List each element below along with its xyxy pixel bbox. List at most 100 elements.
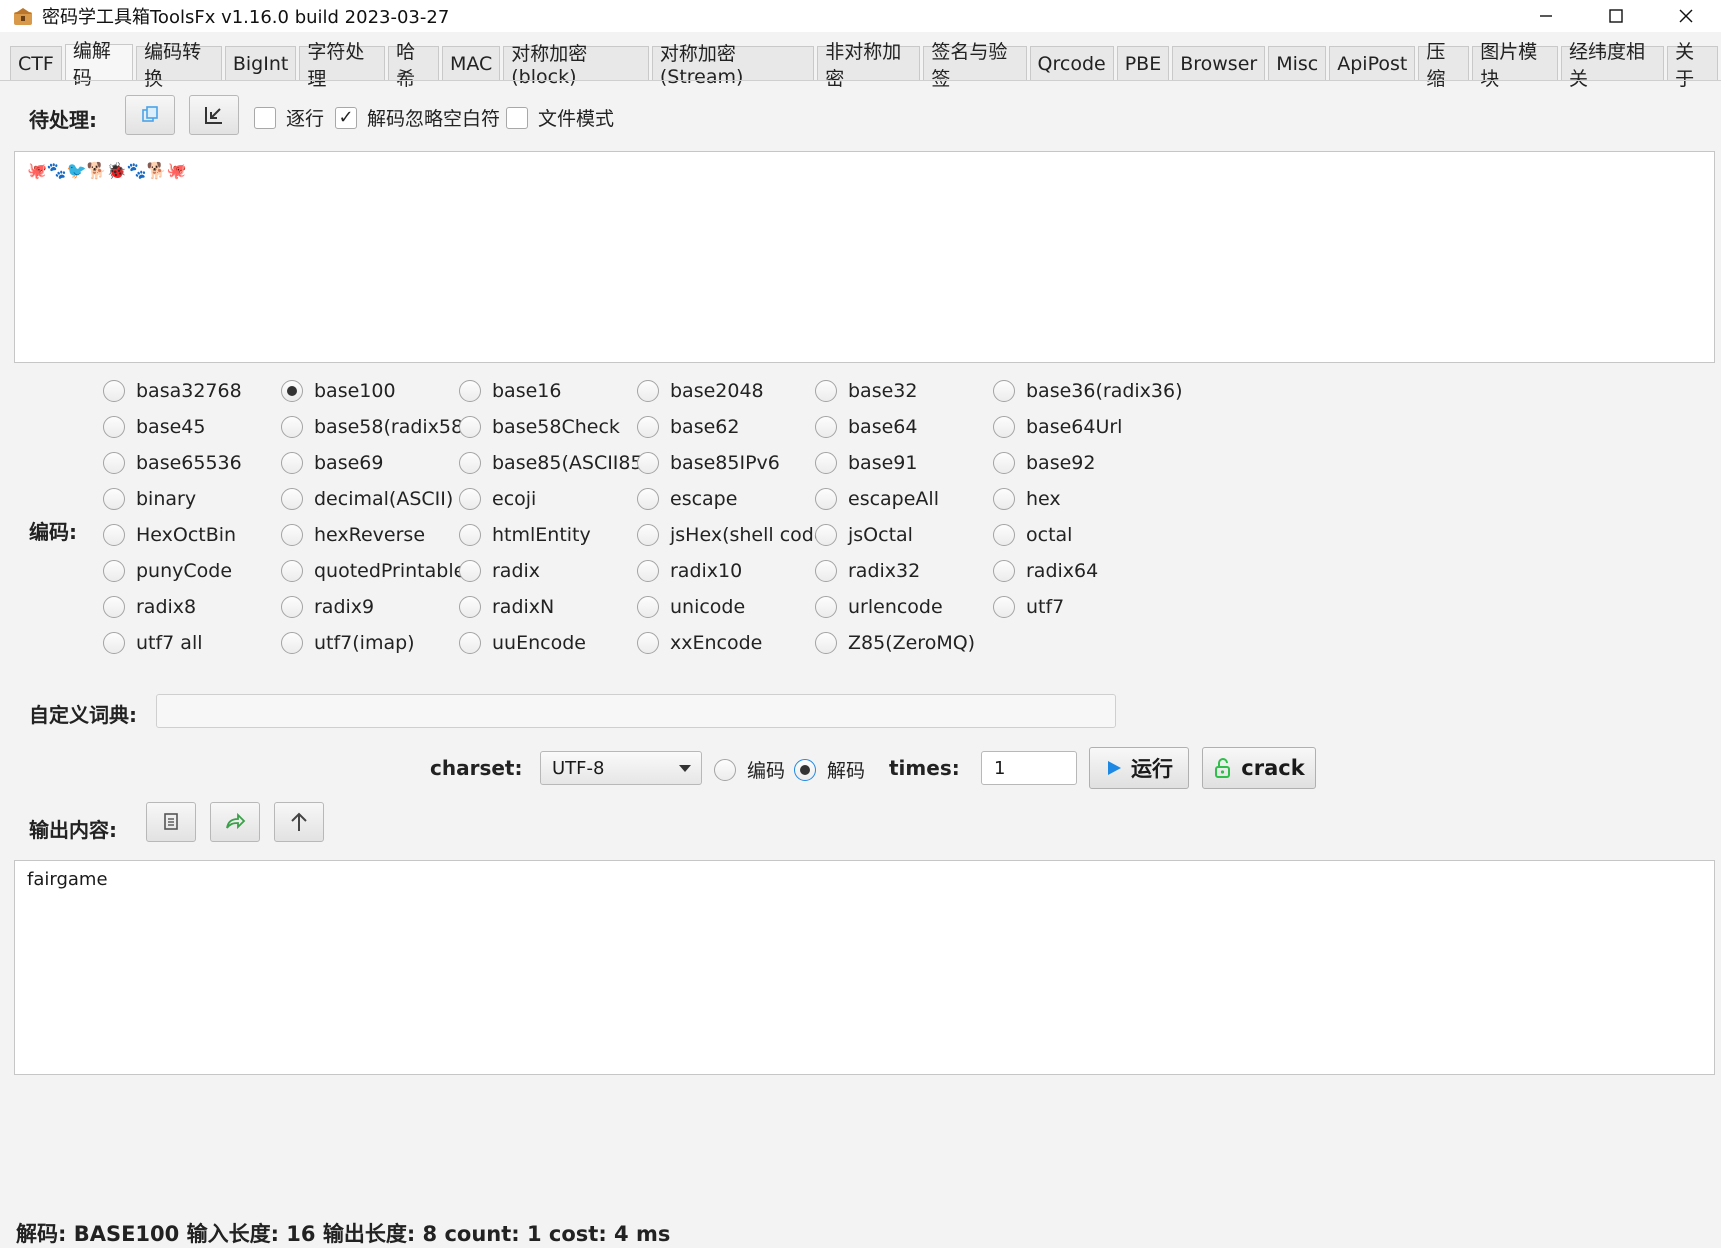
tab-item[interactable]: 对称加密(Stream) — [651, 43, 815, 88]
encoding-radio[interactable]: base85(ASCII85) — [459, 452, 650, 474]
encoding-radio[interactable]: jsOctal — [815, 524, 913, 546]
times-value: 1 — [994, 757, 1006, 779]
radio-circle — [815, 560, 837, 582]
encoding-radio[interactable]: binary — [103, 488, 196, 510]
encoding-radio[interactable]: utf7 all — [103, 632, 203, 654]
encoding-radio[interactable]: base85IPv6 — [637, 452, 780, 474]
input-textarea[interactable]: 🐙🐾🐦🐕🐞🐾🐕🐙 — [14, 151, 1715, 363]
ignore-whitespace-checkbox[interactable]: ✓ 解码忽略空白符 — [335, 104, 500, 131]
crack-button[interactable]: crack — [1202, 747, 1316, 789]
encoding-radio[interactable]: htmlEntity — [459, 524, 591, 546]
encoding-radio[interactable]: base45 — [103, 416, 205, 438]
encoding-radio[interactable]: base100 — [281, 380, 396, 402]
tab-item[interactable]: BigInt — [224, 46, 297, 80]
encoding-radio[interactable]: escapeAll — [815, 488, 939, 510]
encoding-radio[interactable]: basa32768 — [103, 380, 242, 402]
tab-item[interactable]: Qrcode — [1029, 46, 1114, 80]
encoding-radio[interactable]: utf7(imap) — [281, 632, 415, 654]
encoding-radio-label: basa32768 — [136, 380, 242, 402]
encoding-radio[interactable]: utf7 — [993, 596, 1064, 618]
encoding-radio[interactable]: base64Url — [993, 416, 1122, 438]
line-by-line-checkbox[interactable]: 逐行 — [254, 104, 324, 131]
encoding-radio[interactable]: base64 — [815, 416, 917, 438]
dictionary-input[interactable] — [156, 694, 1116, 728]
tab-item[interactable]: CTF — [10, 46, 62, 80]
encoding-radio[interactable]: radix64 — [993, 560, 1098, 582]
encoding-radio[interactable]: escape — [637, 488, 737, 510]
move-up-button[interactable] — [274, 802, 324, 842]
encoding-radio[interactable]: unicode — [637, 596, 745, 618]
encoding-radio[interactable]: base58(radix58) — [281, 416, 471, 438]
encoding-radio[interactable]: base91 — [815, 452, 917, 474]
encoding-radio[interactable]: hex — [993, 488, 1061, 510]
encoding-radio[interactable]: base69 — [281, 452, 383, 474]
tab-item[interactable]: 编码转换 — [136, 41, 222, 90]
import-button[interactable] — [189, 95, 239, 135]
times-input[interactable]: 1 — [981, 751, 1077, 785]
tab-item[interactable]: 编解码 — [64, 40, 134, 89]
encoding-radio[interactable]: base65536 — [103, 452, 242, 474]
tab-item[interactable]: 关于 — [1667, 41, 1718, 90]
encoding-radio[interactable]: base16 — [459, 380, 561, 402]
encoding-radio[interactable]: radixN — [459, 596, 554, 618]
tab-item[interactable]: Misc — [1268, 46, 1327, 80]
copy-input-button[interactable] — [125, 95, 175, 135]
encoding-radio[interactable]: base2048 — [637, 380, 764, 402]
encoding-radio-label: base58(radix58) — [314, 416, 471, 438]
tab-item[interactable]: ApiPost — [1329, 46, 1416, 80]
tab-item[interactable]: 图片模块 — [1472, 41, 1558, 90]
tab-item[interactable]: PBE — [1116, 46, 1170, 80]
radio-circle — [281, 416, 303, 438]
tab-item[interactable]: Browser — [1172, 46, 1266, 80]
encoding-radio[interactable]: octal — [993, 524, 1072, 546]
tab-item[interactable]: 对称加密(block) — [503, 43, 649, 88]
import-icon — [205, 107, 222, 124]
close-button[interactable] — [1651, 0, 1721, 32]
encoding-radio[interactable]: base36(radix36) — [993, 380, 1183, 402]
encoding-radio[interactable]: decimal(ASCII) — [281, 488, 453, 510]
encoding-radio[interactable]: xxEncode — [637, 632, 762, 654]
output-textarea[interactable]: fairgame — [14, 860, 1715, 1075]
tab-item[interactable]: 字符处理 — [299, 41, 386, 90]
encoding-radio[interactable]: urlencode — [815, 596, 943, 618]
file-mode-checkbox[interactable]: 文件模式 — [506, 104, 614, 131]
encoding-radio[interactable]: ecoji — [459, 488, 536, 510]
radio-circle — [459, 452, 481, 474]
tab-item[interactable]: MAC — [441, 46, 501, 80]
encoding-radio-label: radix8 — [136, 596, 197, 618]
minimize-button[interactable] — [1511, 0, 1581, 32]
encoding-radio[interactable]: base58Check — [459, 416, 620, 438]
maximize-button[interactable] — [1581, 0, 1651, 32]
encoding-radio[interactable]: base32 — [815, 380, 917, 402]
encoding-radio-label: base100 — [314, 380, 396, 402]
tab-item[interactable]: 签名与验签 — [923, 41, 1027, 90]
encoding-radio[interactable]: radix8 — [103, 596, 196, 618]
encoding-radio[interactable]: base62 — [637, 416, 739, 438]
mode-decode-radio[interactable]: 解码 — [794, 756, 865, 783]
encoding-radio[interactable]: quotedPrintable — [281, 560, 465, 582]
tab-item[interactable]: 经纬度相关 — [1560, 41, 1665, 90]
encoding-radio-label: urlencode — [848, 596, 943, 618]
tab-item[interactable]: 非对称加密 — [817, 41, 921, 90]
radio-circle — [815, 380, 837, 402]
encoding-radio[interactable]: Z85(ZeroMQ) — [815, 632, 975, 654]
run-button[interactable]: 运行 — [1089, 747, 1189, 789]
copy-output-button[interactable] — [146, 802, 196, 842]
tab-item[interactable]: 哈希 — [388, 41, 439, 90]
radio-circle — [815, 416, 837, 438]
mode-encode-radio[interactable]: 编码 — [714, 756, 785, 783]
encoding-radio[interactable]: radix9 — [281, 596, 374, 618]
radio-circle — [103, 416, 125, 438]
encoding-radio[interactable]: uuEncode — [459, 632, 586, 654]
encoding-radio[interactable]: radix — [459, 560, 540, 582]
tab-item[interactable]: 压缩 — [1418, 41, 1470, 90]
charset-select[interactable]: UTF-8 — [540, 751, 702, 785]
encoding-radio[interactable]: radix32 — [815, 560, 920, 582]
encoding-radio[interactable]: jsHex(shell code) — [637, 524, 833, 546]
encoding-radio[interactable]: HexOctBin — [103, 524, 236, 546]
encoding-radio[interactable]: base92 — [993, 452, 1095, 474]
forward-button[interactable] — [210, 802, 260, 842]
encoding-radio[interactable]: radix10 — [637, 560, 742, 582]
encoding-radio[interactable]: hexReverse — [281, 524, 425, 546]
encoding-radio[interactable]: punyCode — [103, 560, 232, 582]
